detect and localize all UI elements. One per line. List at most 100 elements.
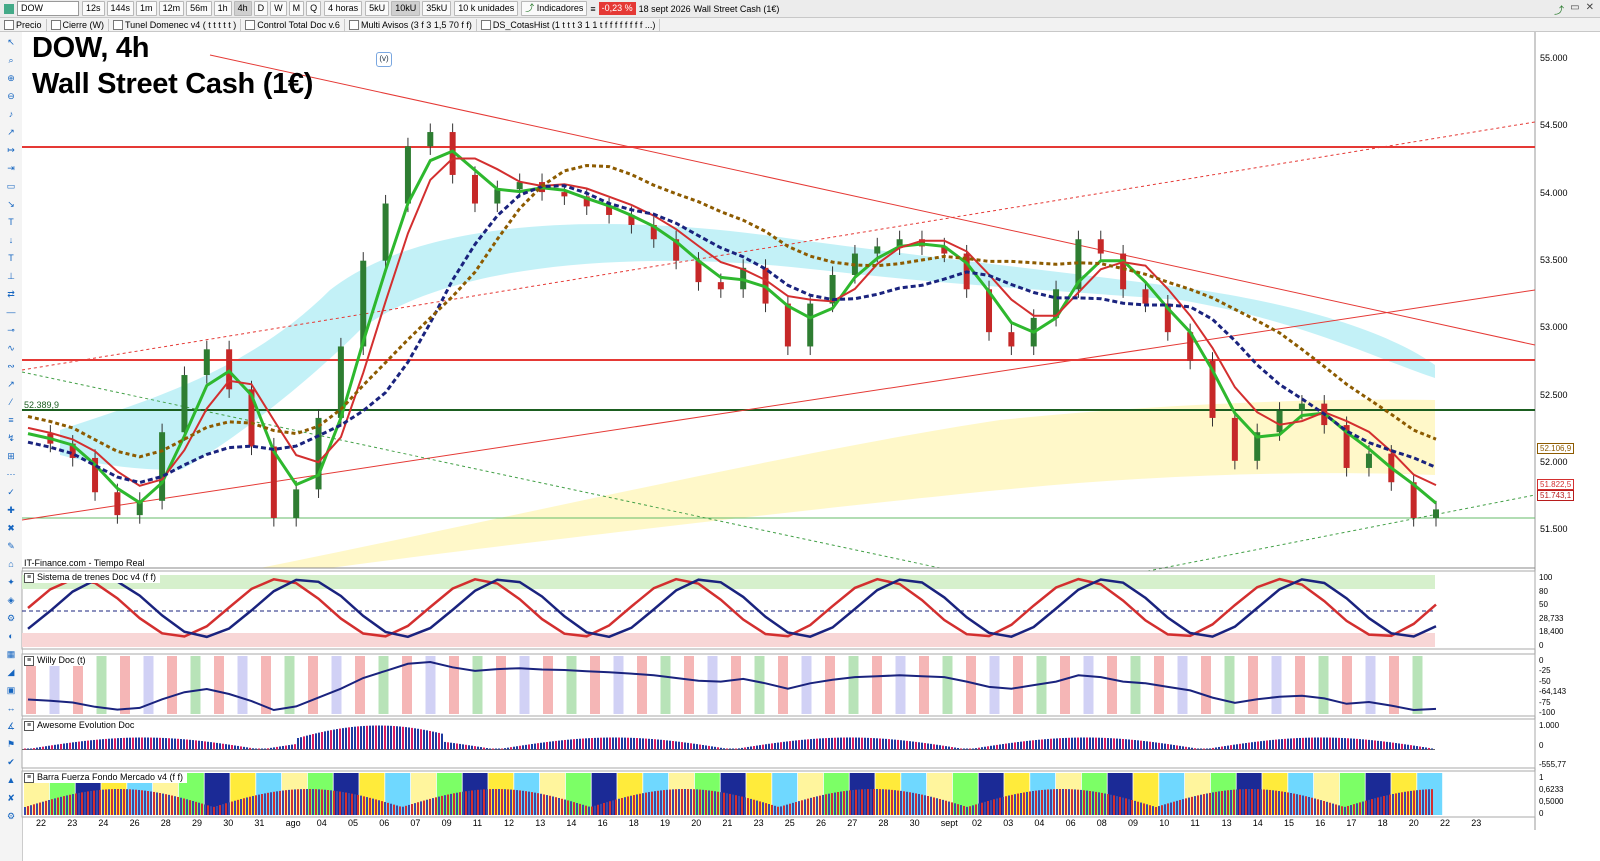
fuerza-bar bbox=[852, 790, 854, 815]
ao-bar bbox=[99, 739, 101, 750]
fuerza-bar bbox=[438, 796, 440, 815]
fuerza-bar bbox=[468, 790, 470, 815]
ao-bar bbox=[1023, 741, 1025, 750]
panel-title[interactable]: ≡ Barra Fuerza Fondo Mercado v4 (f f) bbox=[24, 772, 188, 783]
ao-bar bbox=[609, 737, 611, 750]
fuerza-bar bbox=[762, 802, 764, 815]
fuerza-bar bbox=[1359, 802, 1361, 815]
willy-bar bbox=[590, 656, 600, 714]
ao-bar bbox=[1044, 739, 1046, 750]
version-badge[interactable]: (v) bbox=[376, 52, 392, 67]
ao-bar bbox=[183, 739, 185, 750]
ao-bar bbox=[1317, 737, 1319, 750]
fuerza-bar bbox=[888, 789, 890, 815]
panel-title[interactable]: ≡ Awesome Evolution Doc bbox=[24, 720, 139, 731]
fuerza-bar bbox=[918, 793, 920, 815]
ao-bar bbox=[216, 742, 218, 750]
ao-bar bbox=[1014, 742, 1016, 750]
candle-body bbox=[561, 192, 568, 197]
ao-bar bbox=[387, 725, 389, 750]
fuerza-bar bbox=[1005, 796, 1007, 815]
ao-bar bbox=[963, 748, 965, 750]
ao-bar bbox=[138, 737, 140, 750]
fuerza-bar bbox=[1035, 790, 1037, 815]
price-chart[interactable] bbox=[0, 0, 1600, 861]
willy-bar bbox=[1201, 656, 1211, 714]
willy-bar bbox=[120, 656, 130, 714]
fuerza-bar bbox=[198, 802, 200, 815]
fuerza-bar bbox=[1137, 801, 1139, 815]
fuerza-bar bbox=[957, 804, 959, 815]
fuerza-bar bbox=[1125, 798, 1127, 815]
ao-bar bbox=[1158, 742, 1160, 750]
ao-bar bbox=[621, 737, 623, 750]
ao-bar bbox=[267, 748, 269, 750]
ao-bar bbox=[720, 747, 722, 750]
ao-bar bbox=[822, 738, 824, 750]
ao-bar bbox=[1305, 737, 1307, 750]
fuerza-bar bbox=[1149, 805, 1151, 815]
ao-bar bbox=[159, 737, 161, 750]
ao-bar bbox=[447, 742, 449, 750]
ao-bar bbox=[1209, 748, 1211, 750]
fuerza-bar bbox=[351, 793, 353, 815]
fuerza-bar bbox=[657, 790, 659, 815]
ao-bar bbox=[1329, 737, 1331, 750]
ao-bar bbox=[924, 743, 926, 750]
panel-title-text: Willy Doc (t) bbox=[37, 655, 86, 665]
fuerza-bar bbox=[834, 792, 836, 815]
panel-title-text: Sistema de trenes Doc v4 (f f) bbox=[37, 572, 157, 582]
candle-body bbox=[404, 146, 411, 204]
panel-title[interactable]: ≡ Willy Doc (t) bbox=[24, 655, 90, 666]
fuerza-bar bbox=[924, 795, 926, 815]
ao-bar bbox=[699, 744, 701, 750]
ao-bar bbox=[276, 746, 278, 750]
ao-bar bbox=[1146, 741, 1148, 750]
panel-axis-label: 0,5000 bbox=[1539, 797, 1564, 806]
candle-body bbox=[181, 375, 188, 433]
fuerza-bar bbox=[1386, 795, 1388, 815]
ao-bar bbox=[69, 742, 71, 750]
ao-bar bbox=[687, 742, 689, 750]
collapse-icon[interactable]: ≡ bbox=[24, 772, 34, 783]
fuerza-bar bbox=[1188, 797, 1190, 815]
ao-bar bbox=[1104, 737, 1106, 750]
ao-bar bbox=[936, 744, 938, 750]
ao-bar bbox=[1185, 746, 1187, 750]
fuerza-bar bbox=[825, 794, 827, 815]
panel-axis-label: -555,77 bbox=[1539, 760, 1567, 769]
fuerza-bar bbox=[909, 792, 911, 815]
fuerza-bar bbox=[366, 797, 368, 815]
fuerza-bar bbox=[195, 801, 197, 815]
collapse-icon[interactable]: ≡ bbox=[24, 655, 34, 666]
fuerza-bar bbox=[612, 800, 614, 815]
collapse-icon[interactable]: ≡ bbox=[24, 572, 34, 583]
willy-bar bbox=[613, 656, 624, 714]
ao-bar bbox=[1116, 738, 1118, 750]
ao-bar bbox=[195, 740, 197, 750]
fuerza-bar bbox=[1131, 799, 1133, 815]
ao-bar bbox=[186, 739, 188, 750]
ao-bar bbox=[375, 725, 377, 750]
ao-bar bbox=[219, 743, 221, 750]
date-axis-label: 09 bbox=[1128, 818, 1139, 828]
ao-bar bbox=[27, 748, 29, 750]
ao-bar bbox=[315, 733, 317, 750]
fuerza-bar bbox=[822, 794, 824, 815]
ao-bar bbox=[603, 737, 605, 750]
fuerza-bar bbox=[1068, 789, 1070, 815]
date-axis-label: 09 bbox=[441, 818, 452, 828]
ao-bar bbox=[1290, 738, 1292, 750]
ao-bar bbox=[285, 745, 287, 750]
willy-bar bbox=[1107, 656, 1117, 714]
willy-bar bbox=[1271, 656, 1282, 714]
ao-bar bbox=[1389, 742, 1391, 750]
ao-bar bbox=[1242, 743, 1244, 750]
ao-bar bbox=[453, 743, 455, 750]
collapse-icon[interactable]: ≡ bbox=[24, 720, 34, 731]
ao-bar bbox=[708, 745, 710, 750]
panel-title[interactable]: ≡ Sistema de trenes Doc v4 (f f) bbox=[24, 572, 161, 583]
fuerza-bar bbox=[279, 790, 281, 815]
price-axis-label: 51.500 bbox=[1540, 524, 1568, 535]
ao-bar bbox=[747, 746, 749, 750]
